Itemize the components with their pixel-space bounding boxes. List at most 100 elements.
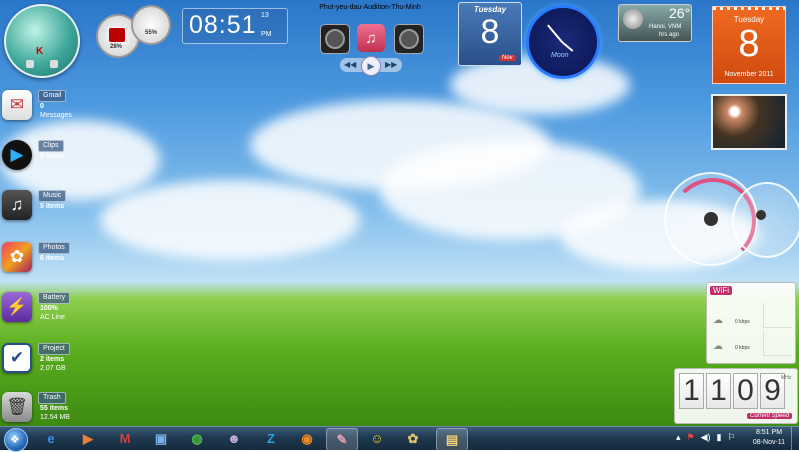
windows-logo-icon: ❖ [10,434,20,446]
download-speed: 0 kbps [735,319,750,325]
cpu-speed-counter: 1 1 0 9 MHz Current Speed [674,368,798,424]
taskbar-button[interactable]: ☺ [362,428,392,449]
taskbar-button[interactable]: ▶ [73,428,103,449]
folder-icon: ▤ [445,431,459,447]
media-play-icon: ▶ [2,140,32,170]
taskbar-clock[interactable]: 8:51 PM 08-Nov-11 [752,428,786,448]
upload-speed: 0 kbps [735,345,750,351]
sidebar-item-line1: 55 items [40,405,69,412]
weather-location: Hanoi, VNM [649,24,682,30]
clock-ampm: PM [261,31,272,38]
taskbar-button[interactable]: e [36,428,66,449]
network-icon[interactable]: ▮ [717,432,722,443]
taskbar-button[interactable]: ✎ [326,428,358,451]
flag-icon[interactable]: ⚑ [687,432,695,443]
next-icon[interactable]: ▶▶ [385,60,397,69]
globe-icon: ◍ [191,430,203,446]
cpu-label: 28% [110,44,123,50]
meter-hub [704,212,718,226]
sidebar-item-line1: 5 items [40,203,65,210]
sidebar-item-music[interactable]: ♫ Music 5 items [0,188,70,240]
taskbar-button[interactable]: ▣ [146,428,176,449]
start-button[interactable]: ❖ [4,428,28,452]
mail-icon: ✉ [2,90,32,120]
flip-digits: 1 1 0 9 [679,373,785,409]
sidebar-item-label: Project [38,343,70,355]
clock-hand [561,41,574,52]
ie-icon: e [47,431,55,446]
calendar-month-year: November 2011 [724,71,774,78]
weather-widget[interactable]: 26° Hanoi, VNM hrs ago [618,4,692,42]
calendar-large[interactable]: Tuesday 8 November 2011 [712,6,786,84]
taskbar-button[interactable]: ☻ [219,428,249,449]
cloud-upload-icon: ☁ [713,341,723,352]
clock-seconds: 13 [261,12,269,19]
sidebar-item-line1: 100% [40,305,58,312]
calendar-small[interactable]: Tuesday 8 Nov [458,2,522,66]
desktop: K ✉ Gmail 0 Messages ▶ Clips 5 items ♫ M… [0,0,799,426]
flip-digit: 1 [706,373,731,409]
upload-graph [763,331,792,356]
security-gadget[interactable]: K [4,4,80,78]
media-player-icon: ▶ [83,430,93,446]
photos-icon: ✿ [2,242,32,272]
taskbar-button[interactable]: ◍ [182,428,212,449]
lightning-icon: ⚡ [2,292,32,322]
shield-icon: K [36,46,44,57]
sidebar-item-label: Trash [38,392,66,404]
taskbar-button[interactable]: ◉ [292,428,322,449]
sidebar-item-line2: 2.07 GB [40,365,66,372]
taskbar-button[interactable]: Z [256,428,286,449]
track-title: Phut-yeu-dau-Audition-Thu-Minh [319,4,421,11]
palette-icon: ✿ [407,430,419,446]
taskbar-button[interactable]: M [110,428,140,449]
taskbar-button[interactable]: ▤ [436,428,468,451]
sidebar-item-label: Photos [38,242,70,254]
show-desktop-button[interactable] [791,427,799,450]
settings-icon[interactable] [50,60,58,68]
z-app-icon: Z [267,431,275,446]
sidebar-item-battery[interactable]: ⚡ Battery 100% AC Line [0,290,71,342]
download-graph [763,303,792,328]
memory-meter [732,182,799,258]
gauge-needle [109,28,125,42]
lock-icon[interactable] [26,60,34,68]
sidebar-item-line1: 5 items [40,153,65,160]
sidebar-item-line1: 6 items [40,255,65,262]
sidebar-item-line1: 0 [40,103,44,110]
sidebar-item-trash[interactable]: 🗑 Trash 55 items 12.54 MB [0,390,70,426]
system-tray: ▴ ⚑ ◀) ▮ ⚐ [676,432,736,443]
memory-gauge: 55% [131,5,171,45]
clock-hand [547,24,563,43]
volume-icon[interactable]: ◀) [701,432,711,443]
trash-icon: 🗑 [2,392,32,422]
speaker-left-icon [320,24,350,54]
flip-digit: 0 [733,373,758,409]
music-icon[interactable]: ♫ [357,24,385,52]
sidebar-item-clips[interactable]: ▶ Clips 5 items [0,138,70,190]
sidebar-item-project[interactable]: ✔ Project 2 items 2.07 GB [0,341,70,393]
calendar-month: Nov [499,55,516,61]
music-icon: ♫ [2,190,32,220]
taskbar-button[interactable]: ✿ [398,428,428,449]
sidebar-item-label: Music [38,190,67,202]
previous-icon[interactable]: ◀◀ [344,60,356,69]
show-hidden-icons-icon[interactable]: ▴ [676,432,681,443]
character-icon: ☻ [227,431,241,446]
network-monitor: WiFi ☁ 0 kbps ☁ 0 kbps [706,282,796,364]
slideshow-photo[interactable] [711,94,787,150]
clock-brand: Moon [551,52,569,59]
sidebar-item-photos[interactable]: ✿ Photos 6 items [0,240,70,292]
counter-unit: MHz [781,375,792,381]
taskbar-time: 8:51 PM [755,429,783,436]
cloud-download-icon: ☁ [713,315,723,326]
weather-temp: 26° [669,5,691,21]
yahoo-messenger-icon: ☺ [370,431,384,446]
sidebar-item-gmail[interactable]: ✉ Gmail 0 Messages [0,88,72,140]
sidebar-item-line2: Messages [40,112,72,119]
action-center-icon[interactable]: ⚐ [727,432,735,443]
meter-hub [756,210,766,220]
play-icon[interactable]: ▶ [361,56,381,76]
weather-updated: hrs ago [659,32,680,38]
network-title: WiFi [710,286,732,295]
